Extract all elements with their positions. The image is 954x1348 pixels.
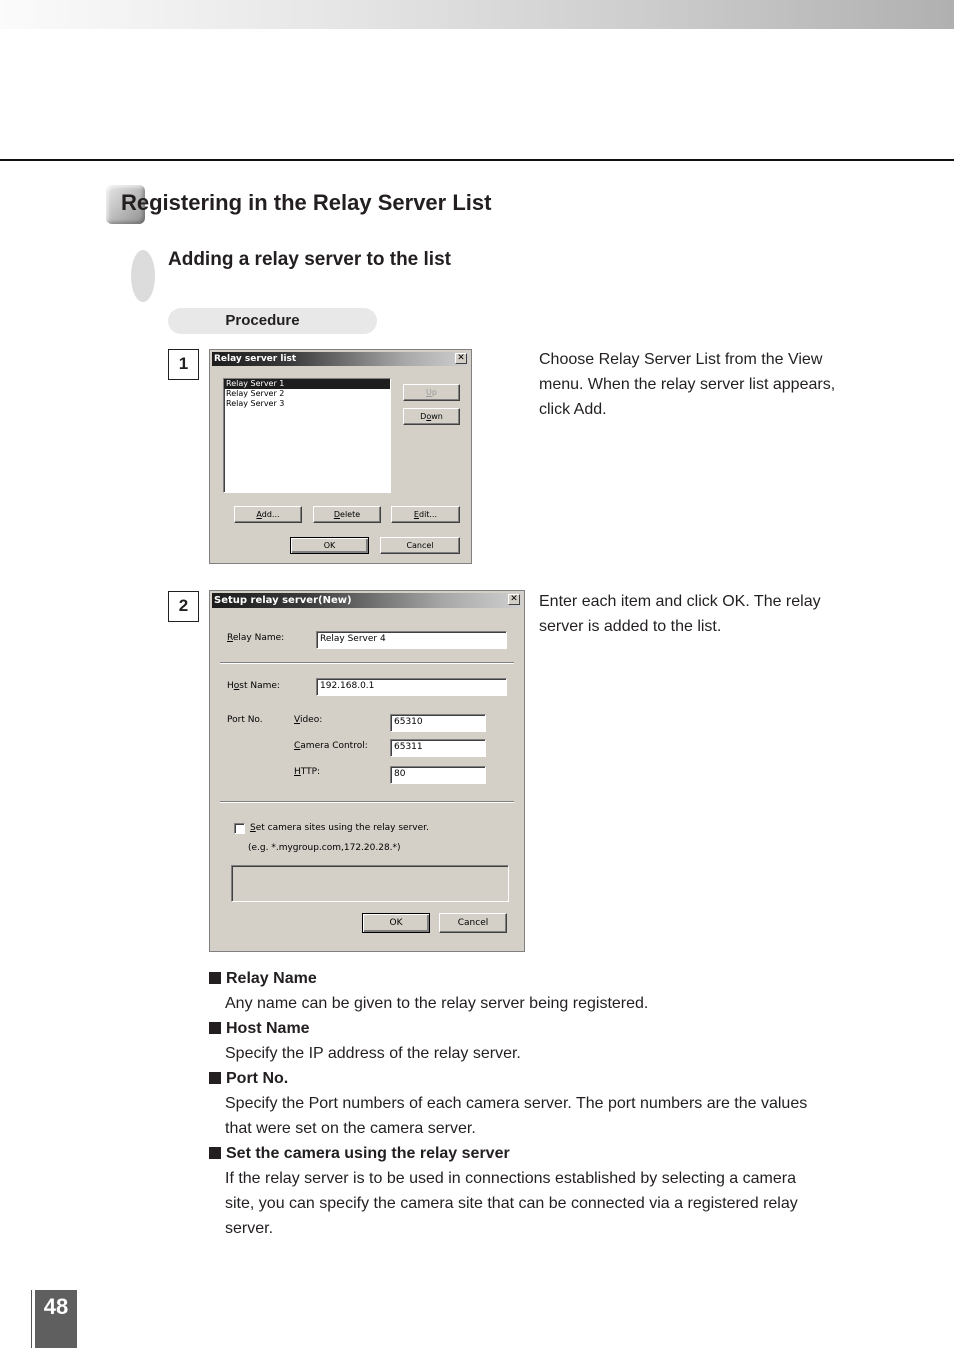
separator	[220, 801, 514, 803]
description-body: Any name can be given to the relay serve…	[225, 995, 649, 1012]
procedure-label: Procedure	[168, 308, 377, 334]
list-item[interactable]: Relay Server 2	[224, 389, 390, 399]
list-item[interactable]: Relay Server 3	[224, 399, 390, 409]
square-bullet-icon	[209, 1022, 221, 1034]
header-rule	[0, 159, 954, 161]
subsection-title: Adding a relay server to the list	[168, 249, 451, 270]
camera-sites-example: (e.g. *.mygroup.com,172.20.28.*)	[248, 843, 401, 853]
camera-sites-checkbox[interactable]	[234, 823, 245, 834]
dialog-titlebar: Setup relay server(New) ✕	[212, 593, 522, 608]
camera-control-port-input[interactable]: 65311	[390, 739, 486, 757]
up-button[interactable]: Up	[403, 384, 460, 401]
close-icon[interactable]: ✕	[508, 594, 520, 605]
down-button[interactable]: Down	[403, 408, 460, 425]
camera-sites-checkbox-label: Set camera sites using the relay server.	[250, 823, 429, 833]
description-heading: Port No.	[209, 1066, 849, 1091]
page-number: 48	[35, 1290, 77, 1348]
relay-name-label: Relay Name:	[227, 633, 285, 643]
video-port-input[interactable]: 65310	[390, 714, 486, 732]
square-bullet-icon	[209, 972, 221, 984]
description-body: If the relay server is to be used in con…	[225, 1170, 798, 1237]
ok-button[interactable]: OK	[362, 913, 430, 933]
step-2-instruction: Enter each item and click OK. The relay …	[539, 593, 821, 635]
video-port-label: Video:	[294, 715, 323, 725]
header-gradient-band	[0, 0, 954, 29]
close-icon[interactable]: ✕	[455, 353, 467, 364]
delete-button[interactable]: Delete	[313, 506, 381, 523]
section-title: Registering in the Relay Server List	[121, 190, 492, 215]
http-port-label: HTTP:	[294, 767, 321, 777]
step-number-1: 1	[168, 349, 199, 380]
setup-relay-server-dialog: Setup relay server(New) ✕ Relay Name: Re…	[209, 590, 525, 952]
relay-server-listbox[interactable]: Relay Server 1 Relay Server 2 Relay Serv…	[223, 378, 391, 493]
page-number-rule	[31, 1290, 32, 1348]
dialog-title: Setup relay server(New)	[214, 595, 352, 606]
subsection-marker-icon	[131, 250, 155, 302]
list-item[interactable]: Relay Server 1	[224, 379, 390, 389]
procedure-label-text: Procedure	[225, 312, 300, 329]
port-no-label: Port No.	[227, 715, 263, 725]
camera-control-port-label: Camera Control:	[294, 741, 368, 751]
description-heading: Relay Name	[209, 966, 849, 991]
separator	[220, 662, 514, 664]
field-descriptions: Relay Name Any name can be given to the …	[209, 966, 849, 1241]
square-bullet-icon	[209, 1147, 221, 1159]
host-name-input[interactable]: 192.168.0.1	[316, 678, 507, 696]
relay-server-list-dialog: Relay server list ✕ Relay Server 1 Relay…	[209, 349, 472, 564]
dialog-titlebar: Relay server list ✕	[212, 352, 469, 366]
relay-name-input[interactable]: Relay Server 4	[316, 631, 507, 649]
add-button[interactable]: Add...	[234, 506, 302, 523]
step-1-instruction: Choose Relay Server List from the View m…	[539, 351, 836, 418]
description-heading: Host Name	[209, 1016, 849, 1041]
ok-button[interactable]: OK	[290, 537, 369, 554]
square-bullet-icon	[209, 1072, 221, 1084]
step-number-2: 2	[168, 591, 199, 622]
cancel-button[interactable]: Cancel	[380, 537, 460, 554]
description-heading: Set the camera using the relay server	[209, 1141, 849, 1166]
description-body: Specify the Port numbers of each camera …	[225, 1095, 808, 1137]
host-name-label: Host Name:	[227, 681, 280, 691]
http-port-input[interactable]: 80	[390, 766, 486, 784]
dialog-title: Relay server list	[214, 354, 297, 364]
description-body: Specify the IP address of the relay serv…	[225, 1045, 521, 1062]
edit-button[interactable]: Edit...	[391, 506, 460, 523]
cancel-button[interactable]: Cancel	[439, 913, 507, 933]
camera-sites-input[interactable]	[231, 865, 509, 902]
